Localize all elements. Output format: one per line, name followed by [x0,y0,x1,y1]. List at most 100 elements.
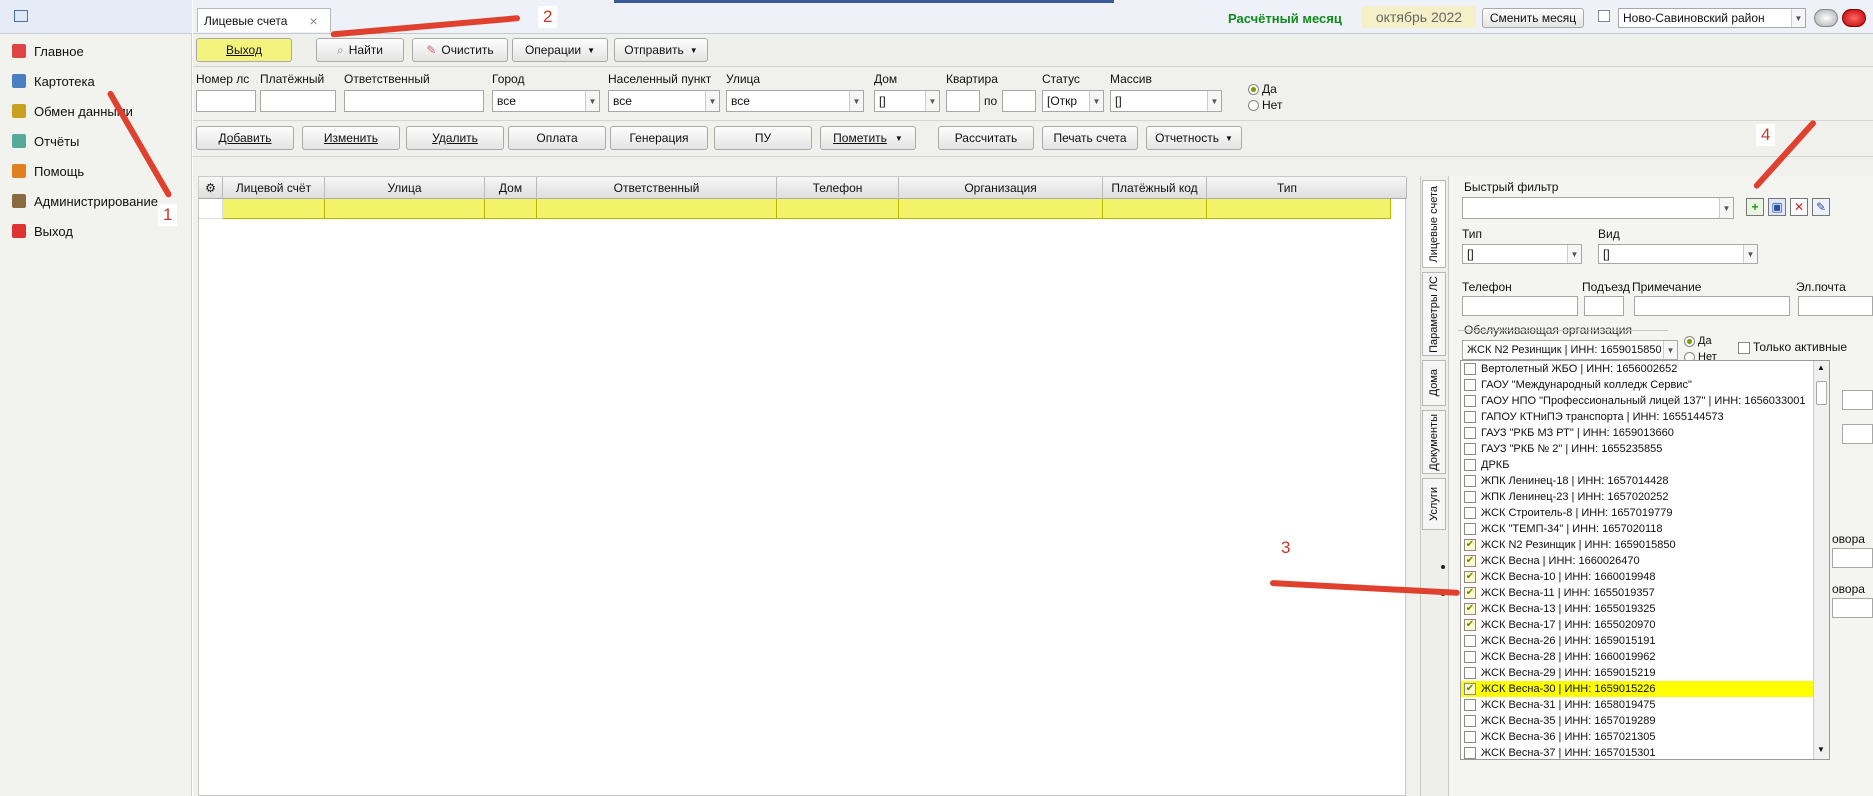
list-item[interactable]: ✔ ЖСК Весна-17 | ИНН: 1655020970 [1461,617,1813,633]
column-header[interactable]: Дом [485,177,537,199]
sidebar-item[interactable]: Помощь [12,160,84,182]
sidebar-item[interactable]: Главное [12,40,84,62]
checkbox-icon[interactable] [1464,443,1476,455]
list-item[interactable]: ✔ ЖСК Весна-11 | ИНН: 1655019357 [1461,585,1813,601]
vtab[interactable]: Параметры ЛС [1422,272,1446,356]
service-org-select[interactable]: ЖСК N2 Резинщик | ИНН: 1659015850 ▼ [1462,340,1678,360]
sidebar-item[interactable]: Картотека [12,70,95,92]
vtab[interactable]: Документы [1422,410,1446,474]
list-item[interactable]: ✔ ЖСК Весна-10 | ИНН: 1660019948 [1461,569,1813,585]
checkbox-icon[interactable] [1464,635,1476,647]
list-item[interactable]: ЖСК "ТЕМП-34" | ИНН: 1657020118 [1461,521,1813,537]
list-item[interactable]: ГАПОУ КТНиПЭ транспорта | ИНН: 165514457… [1461,409,1813,425]
checkbox-icon[interactable] [1464,395,1476,407]
power-icon[interactable] [1842,9,1866,27]
no-radio[interactable]: Нет [1248,98,1282,112]
checkbox-icon[interactable]: ✔ [1464,555,1476,567]
city-select[interactable]: все ▼ [492,90,600,112]
contract-input-2[interactable] [1832,598,1873,618]
house-select[interactable]: [] ▼ [874,90,940,112]
accounts-grid[interactable]: ⚙ Лицевой счёт Улица Дом Ответственный Телеф… [198,176,1407,796]
send-button[interactable]: Отправить ▼ [614,38,708,62]
district-select[interactable]: Ново-Савиновский район ▼ [1618,8,1806,28]
checkbox-icon[interactable] [1464,459,1476,471]
filter-cell[interactable] [777,199,899,219]
array-select[interactable]: [] ▼ [1110,90,1222,112]
quick-filter-input[interactable]: ▼ [1462,197,1734,219]
filter-cell[interactable] [1207,199,1391,219]
list-item[interactable]: ГАОУ НПО "Профессиональный лицей 137" | … [1461,393,1813,409]
note-input[interactable] [1634,296,1790,316]
vtab[interactable]: Лицевые счета [1422,180,1446,268]
clear-button[interactable]: ✎ Очистить [412,38,508,62]
list-item[interactable]: ЖПК Ленинец-23 | ИНН: 1657020252 [1461,489,1813,505]
checkbox-icon[interactable] [1464,523,1476,535]
change-month-button[interactable]: Сменить месяц [1482,8,1584,28]
edit-icon[interactable]: ✎ [1812,198,1830,216]
save-icon[interactable]: ▣ [1768,198,1786,216]
phone-input[interactable] [1462,296,1578,316]
checkbox-icon[interactable] [1464,379,1476,391]
street-select[interactable]: все ▼ [726,90,864,112]
checkbox-icon[interactable] [1464,411,1476,423]
list-item[interactable]: ЖСК Весна-35 | ИНН: 1657019289 [1461,713,1813,729]
filter-cell[interactable] [325,199,485,219]
checkbox-icon[interactable] [1464,363,1476,375]
list-item[interactable]: ЖСК Весна-31 | ИНН: 1658019475 [1461,697,1813,713]
side-input-1[interactable] [1842,390,1873,410]
chevron-down-icon[interactable]: ▼ [1817,745,1825,754]
status-select[interactable]: [Откр ▼ [1042,90,1104,112]
type-select[interactable]: [] ▼ [1462,244,1582,264]
panel-yes-radio[interactable]: Да [1684,335,1712,347]
add-button[interactable]: Добавить [196,126,294,150]
list-item[interactable]: ЖСК Весна-37 | ИНН: 1657015301 [1461,745,1813,759]
sidebar-item[interactable]: Отчёты [12,130,79,152]
yes-radio[interactable]: Да [1248,82,1277,96]
checkbox-icon[interactable]: ✔ [1464,539,1476,551]
list-item[interactable]: ✔ ЖСК N2 Резинщик | ИНН: 1659015850 [1461,537,1813,553]
checkbox-icon[interactable]: ✔ [1464,619,1476,631]
list-item[interactable]: ✔ ЖСК Весна | ИНН: 1660026470 [1461,553,1813,569]
checkbox-icon[interactable] [1464,475,1476,487]
operations-button[interactable]: Операции ▼ [512,38,608,62]
find-button[interactable]: ⌕ Найти [316,38,404,62]
app-icon[interactable] [14,10,28,22]
kind-select[interactable]: [] ▼ [1598,244,1758,264]
filter-cell[interactable] [223,199,325,219]
org-dropdown-list[interactable]: Вертолетный ЖБО | ИНН: 1656002652 ГАОУ "М… [1460,360,1830,760]
checkbox-icon[interactable] [1464,731,1476,743]
only-active-checkbox[interactable]: Только активные [1738,340,1847,354]
checkbox-icon[interactable] [1464,715,1476,727]
list-item[interactable]: ЖСК Весна-29 | ИНН: 1659015219 [1461,665,1813,681]
list-item[interactable]: ЖПК Ленинец-18 | ИНН: 1657014428 [1461,473,1813,489]
checkbox-icon[interactable] [1464,747,1476,759]
list-item[interactable]: ЖСК Весна-36 | ИНН: 1657021305 [1461,729,1813,745]
mark-button[interactable]: Пометить ▼ [820,126,916,150]
column-header[interactable]: Платёжный код [1103,177,1207,199]
tab-accounts[interactable]: Лицевые счета × [197,8,331,32]
column-header[interactable]: Тип [1207,177,1407,199]
scroll-thumb[interactable] [1816,381,1827,405]
locality-select[interactable]: все ▼ [608,90,720,112]
checkbox-icon[interactable] [1464,651,1476,663]
vtab[interactable]: Дома [1422,360,1446,406]
list-item[interactable]: ГАУЗ "РКБ МЗ РТ" | ИНН: 1659013660 [1461,425,1813,441]
district-checkbox[interactable] [1598,10,1610,22]
grid-settings-icon[interactable]: ⚙ [199,177,223,199]
delete-icon[interactable]: ✕ [1790,198,1808,216]
email-input[interactable] [1798,296,1873,316]
payment-button[interactable]: Оплата [508,126,606,150]
checkbox-icon[interactable] [1464,491,1476,503]
filter-cell[interactable] [1103,199,1207,219]
vtab[interactable]: Услуги [1422,478,1446,530]
column-header[interactable]: Телефон [777,177,899,199]
account-no-input[interactable] [196,90,256,112]
column-header[interactable]: Лицевой счёт [223,177,325,199]
exit-button[interactable]: Выход [196,38,292,62]
side-input-2[interactable] [1842,424,1873,444]
settings-icon[interactable] [1814,9,1838,27]
reports-button[interactable]: Отчетность ▼ [1146,126,1242,150]
checkbox-icon[interactable] [1464,427,1476,439]
apartment-to-input[interactable] [1002,90,1036,112]
list-item[interactable]: Вертолетный ЖБО | ИНН: 1656002652 [1461,361,1813,377]
